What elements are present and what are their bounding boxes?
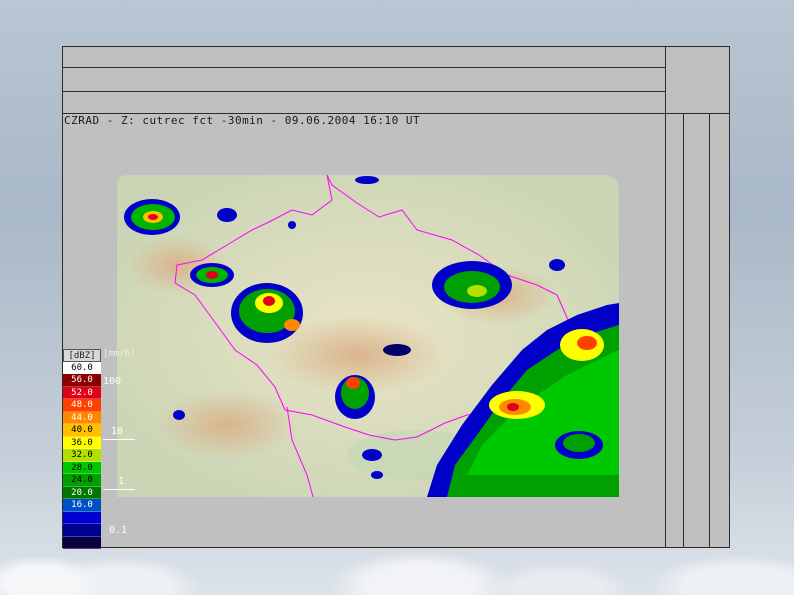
- legend-level: [63, 536, 101, 549]
- legend-level: 16.0: [63, 499, 101, 512]
- legend-level: [63, 524, 101, 537]
- legend-level: 52.0: [63, 386, 101, 399]
- mm-label-100: 100: [103, 376, 122, 387]
- mm-header: [mm/h]: [103, 349, 136, 359]
- legend-level: 40.0: [63, 424, 101, 437]
- legend-level: 44.0: [63, 411, 101, 424]
- legend-level: 28.0: [63, 461, 101, 474]
- legend-level: 20.0: [63, 486, 101, 499]
- mm-tick-10: [103, 439, 135, 440]
- mm-label-1: 1: [118, 476, 125, 487]
- dbz-header: [dBZ]: [63, 349, 101, 362]
- mm-tick-1: [103, 489, 135, 490]
- legend-level: 48.0: [63, 399, 101, 412]
- mm-label-0-1: 0.1: [109, 525, 128, 536]
- dbz-legend: [dBZ] 60.0 56.0 52.0 48.0 44.0 40.0 36.0 32.0 28…: [63, 349, 101, 549]
- radar-display-frame: CZRAD - Z: cutrec fct -30min - 09.06.200…: [62, 46, 730, 549]
- side-column-divider-1: [683, 113, 684, 547]
- header-divider-1: [63, 67, 665, 68]
- legend-level: 60.0: [63, 361, 101, 374]
- radar-map: [117, 175, 619, 497]
- legend-level: 32.0: [63, 449, 101, 462]
- header-divider-2: [63, 91, 665, 92]
- side-column-divider-2: [709, 113, 710, 547]
- legend-level: 24.0: [63, 474, 101, 487]
- mm-label-10: 10: [111, 426, 124, 437]
- side-panel-divider: [665, 47, 666, 547]
- radar-title: CZRAD - Z: cutrec fct -30min - 09.06.200…: [64, 114, 421, 127]
- legend-level: 36.0: [63, 436, 101, 449]
- legend-level: [63, 511, 101, 524]
- legend-level: 56.0: [63, 374, 101, 387]
